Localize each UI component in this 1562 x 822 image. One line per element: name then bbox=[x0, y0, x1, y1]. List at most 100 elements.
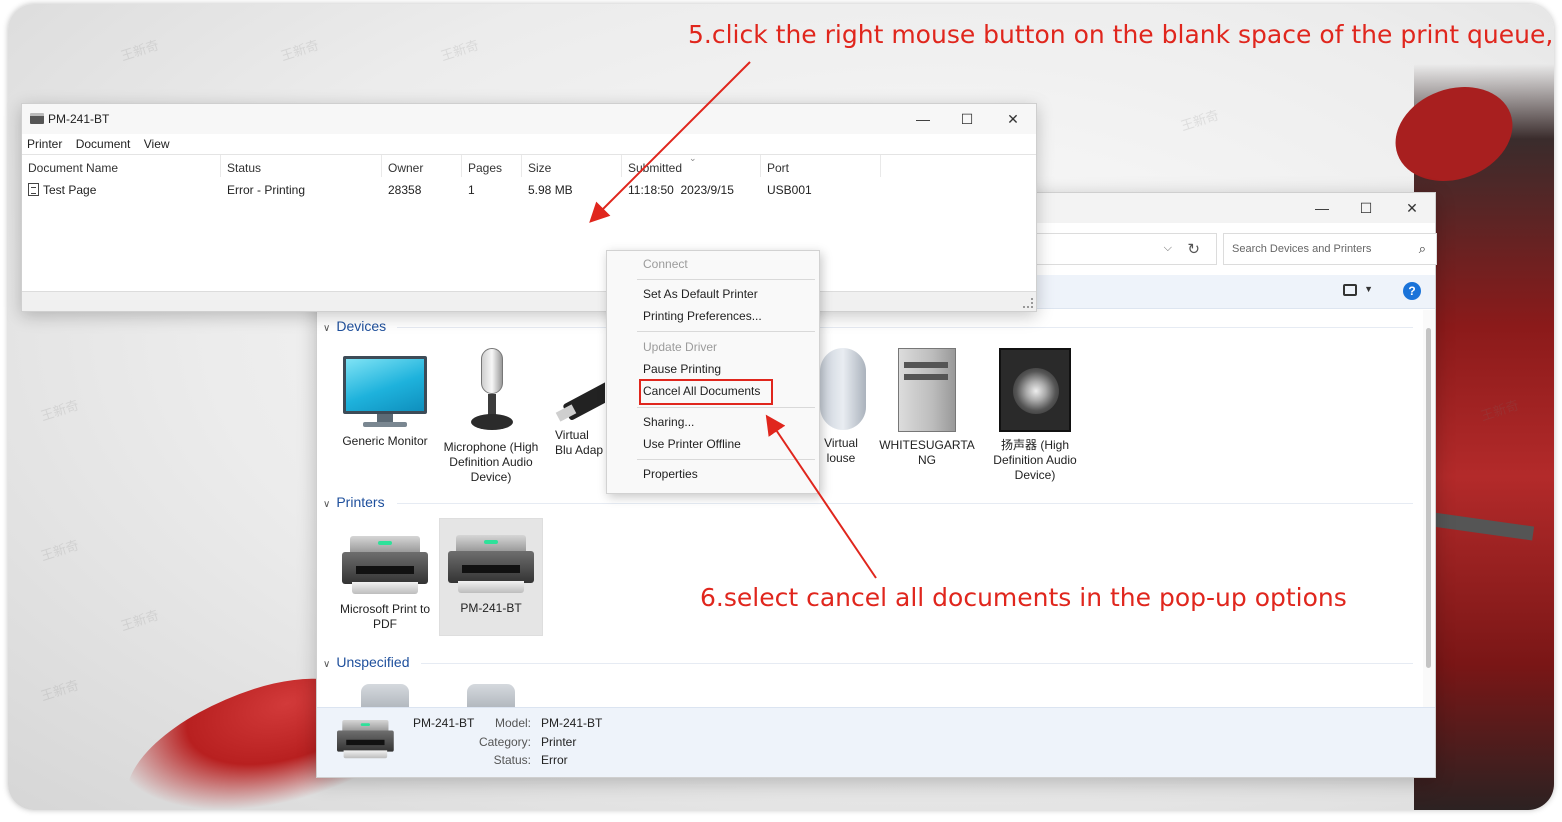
column-header-port[interactable]: Port bbox=[761, 155, 881, 177]
cell-owner: 28358 bbox=[388, 183, 422, 197]
cell-size: 5.98 MB bbox=[528, 183, 573, 197]
printer-label: Microsoft Print to PDF bbox=[339, 602, 431, 631]
device-tile[interactable]: Virtual Blu Adap bbox=[545, 348, 605, 458]
group-heading-unspecified[interactable]: ∨ Unspecified bbox=[323, 654, 409, 670]
status-bar bbox=[22, 291, 1036, 311]
print-queue-titlebar[interactable]: PM-241-BT — ☐ ✕ bbox=[22, 104, 1036, 134]
details-model-value: PM-241-BT bbox=[541, 716, 603, 730]
change-view-icon[interactable] bbox=[1343, 284, 1357, 296]
context-menu: Connect Set As Default Printer Printing … bbox=[606, 250, 820, 494]
unspecified-device-tile[interactable] bbox=[333, 672, 437, 707]
menu-item-properties[interactable]: Properties bbox=[643, 467, 698, 481]
column-header-owner[interactable]: Owner bbox=[382, 155, 462, 177]
instruction-step-6: 6.select cancel all documents in the pop… bbox=[700, 583, 1347, 612]
details-category-value: Printer bbox=[541, 735, 577, 749]
menu-item-update-driver: Update Driver bbox=[643, 340, 718, 354]
cell-status: Error - Printing bbox=[227, 183, 306, 197]
close-button[interactable]: ✕ bbox=[1389, 193, 1435, 223]
column-header-pages[interactable]: Pages bbox=[462, 155, 522, 177]
menu-separator bbox=[637, 407, 815, 408]
printer-icon bbox=[30, 113, 44, 124]
device-label: Virtual Blu Adap bbox=[555, 428, 604, 457]
minimize-button[interactable]: — bbox=[900, 104, 946, 134]
cell-document-name: Test Page bbox=[28, 183, 96, 197]
printer-tile-selected[interactable]: PM-241-BT bbox=[439, 518, 543, 636]
device-tile[interactable]: Microphone (High Definition Audio Device… bbox=[439, 348, 543, 485]
menu-separator bbox=[637, 331, 815, 332]
cell-submitted: 11:18:50 2023/9/15 bbox=[628, 183, 734, 197]
chevron-down-icon[interactable]: ∨ bbox=[323, 659, 330, 670]
menu-bar: Printer Document View bbox=[22, 134, 1036, 154]
group-heading-devices[interactable]: ∨ Devices bbox=[323, 318, 386, 334]
device-label: Virtual louse bbox=[824, 436, 858, 465]
cell-pages: 1 bbox=[468, 183, 475, 197]
device-icon bbox=[467, 684, 515, 707]
chevron-down-icon[interactable]: ⌵ bbox=[1164, 242, 1172, 255]
scrollbar-thumb[interactable] bbox=[1426, 328, 1431, 668]
details-pane: PM-241-BT Model: PM-241-BT Category: Pri… bbox=[317, 707, 1435, 777]
refresh-icon[interactable]: ↻ bbox=[1187, 240, 1200, 258]
details-status-value: Error bbox=[541, 753, 568, 767]
unspecified-device-tile[interactable] bbox=[439, 672, 543, 707]
print-queue-list[interactable]: Document Name Status Owner Pages Size Su… bbox=[22, 153, 1036, 292]
monitor-icon bbox=[343, 356, 427, 428]
menu-item-sharing[interactable]: Sharing... bbox=[643, 415, 694, 429]
device-label: 扬声器 (High Definition Audio Device) bbox=[993, 438, 1077, 482]
maximize-button[interactable]: ☐ bbox=[1343, 193, 1389, 223]
column-header-size[interactable]: Size bbox=[522, 155, 622, 177]
device-list: ∨ Devices Generic Monitor Microphone (Hig… bbox=[317, 310, 1423, 707]
device-label: Generic Monitor bbox=[342, 434, 428, 448]
menu-printer[interactable]: Printer bbox=[22, 134, 67, 154]
divider bbox=[421, 663, 1413, 664]
menu-item-pause-printing[interactable]: Pause Printing bbox=[643, 362, 721, 376]
printer-label: PM-241-BT bbox=[460, 601, 522, 615]
usb-adapter-icon bbox=[555, 362, 605, 422]
device-tile[interactable]: 扬声器 (High Definition Audio Device) bbox=[983, 348, 1087, 483]
column-header-status[interactable]: Status bbox=[221, 155, 382, 177]
maximize-button[interactable]: ☐ bbox=[944, 104, 990, 134]
document-icon bbox=[28, 183, 39, 196]
window-title: PM-241-BT bbox=[48, 112, 110, 126]
device-tile[interactable]: WHITESUGARTA NG bbox=[875, 348, 979, 468]
address-bar[interactable]: ⌵ ↻ bbox=[1027, 233, 1217, 265]
close-button[interactable]: ✕ bbox=[990, 104, 1036, 134]
chevron-down-icon[interactable]: ∨ bbox=[323, 323, 330, 334]
menu-view[interactable]: View bbox=[139, 134, 175, 154]
search-placeholder: Search Devices and Printers bbox=[1232, 243, 1372, 255]
device-tile[interactable]: Generic Monitor bbox=[333, 348, 437, 449]
column-header-document-name[interactable]: Document Name bbox=[22, 155, 221, 177]
search-input[interactable]: Search Devices and Printers ⌕ bbox=[1223, 233, 1437, 265]
details-status-key: Status: bbox=[493, 753, 531, 767]
resize-grip[interactable] bbox=[1023, 298, 1033, 308]
computer-tower-icon bbox=[894, 348, 960, 432]
divider bbox=[397, 327, 1413, 328]
mouse-icon bbox=[820, 348, 866, 430]
device-tile[interactable]: Virtual louse bbox=[819, 348, 867, 466]
divider bbox=[397, 503, 1413, 504]
chevron-down-icon[interactable]: ∨ bbox=[323, 499, 330, 510]
speaker-icon bbox=[999, 348, 1071, 432]
chevron-down-icon[interactable]: ▼ bbox=[1364, 284, 1373, 294]
menu-item-connect: Connect bbox=[643, 257, 688, 271]
group-heading-printers[interactable]: ∨ Printers bbox=[323, 494, 385, 510]
menu-document[interactable]: Document bbox=[71, 134, 136, 154]
microphone-icon bbox=[471, 348, 513, 434]
cell-port: USB001 bbox=[767, 183, 812, 197]
help-icon[interactable]: ? bbox=[1403, 282, 1421, 300]
menu-item-printing-preferences[interactable]: Printing Preferences... bbox=[643, 309, 762, 323]
vertical-scrollbar[interactable] bbox=[1423, 310, 1435, 707]
search-icon[interactable]: ⌕ bbox=[1419, 241, 1426, 257]
sort-chevron-icon: ⌄ bbox=[689, 153, 697, 163]
minimize-button[interactable]: — bbox=[1299, 193, 1345, 223]
menu-item-use-printer-offline[interactable]: Use Printer Offline bbox=[643, 437, 741, 451]
printer-tile[interactable]: Microsoft Print to PDF bbox=[333, 520, 437, 636]
device-label: Microphone (High Definition Audio Device… bbox=[443, 440, 539, 484]
print-queue-window: PM-241-BT — ☐ ✕ Printer Document View Do… bbox=[21, 103, 1037, 312]
menu-item-set-default-printer[interactable]: Set As Default Printer bbox=[643, 287, 758, 301]
device-icon bbox=[361, 684, 409, 707]
annotation-highlight-box bbox=[639, 379, 773, 405]
menu-separator bbox=[637, 459, 815, 460]
details-model-key: Model: bbox=[494, 716, 531, 730]
menu-separator bbox=[637, 279, 815, 280]
printer-icon bbox=[448, 535, 534, 595]
